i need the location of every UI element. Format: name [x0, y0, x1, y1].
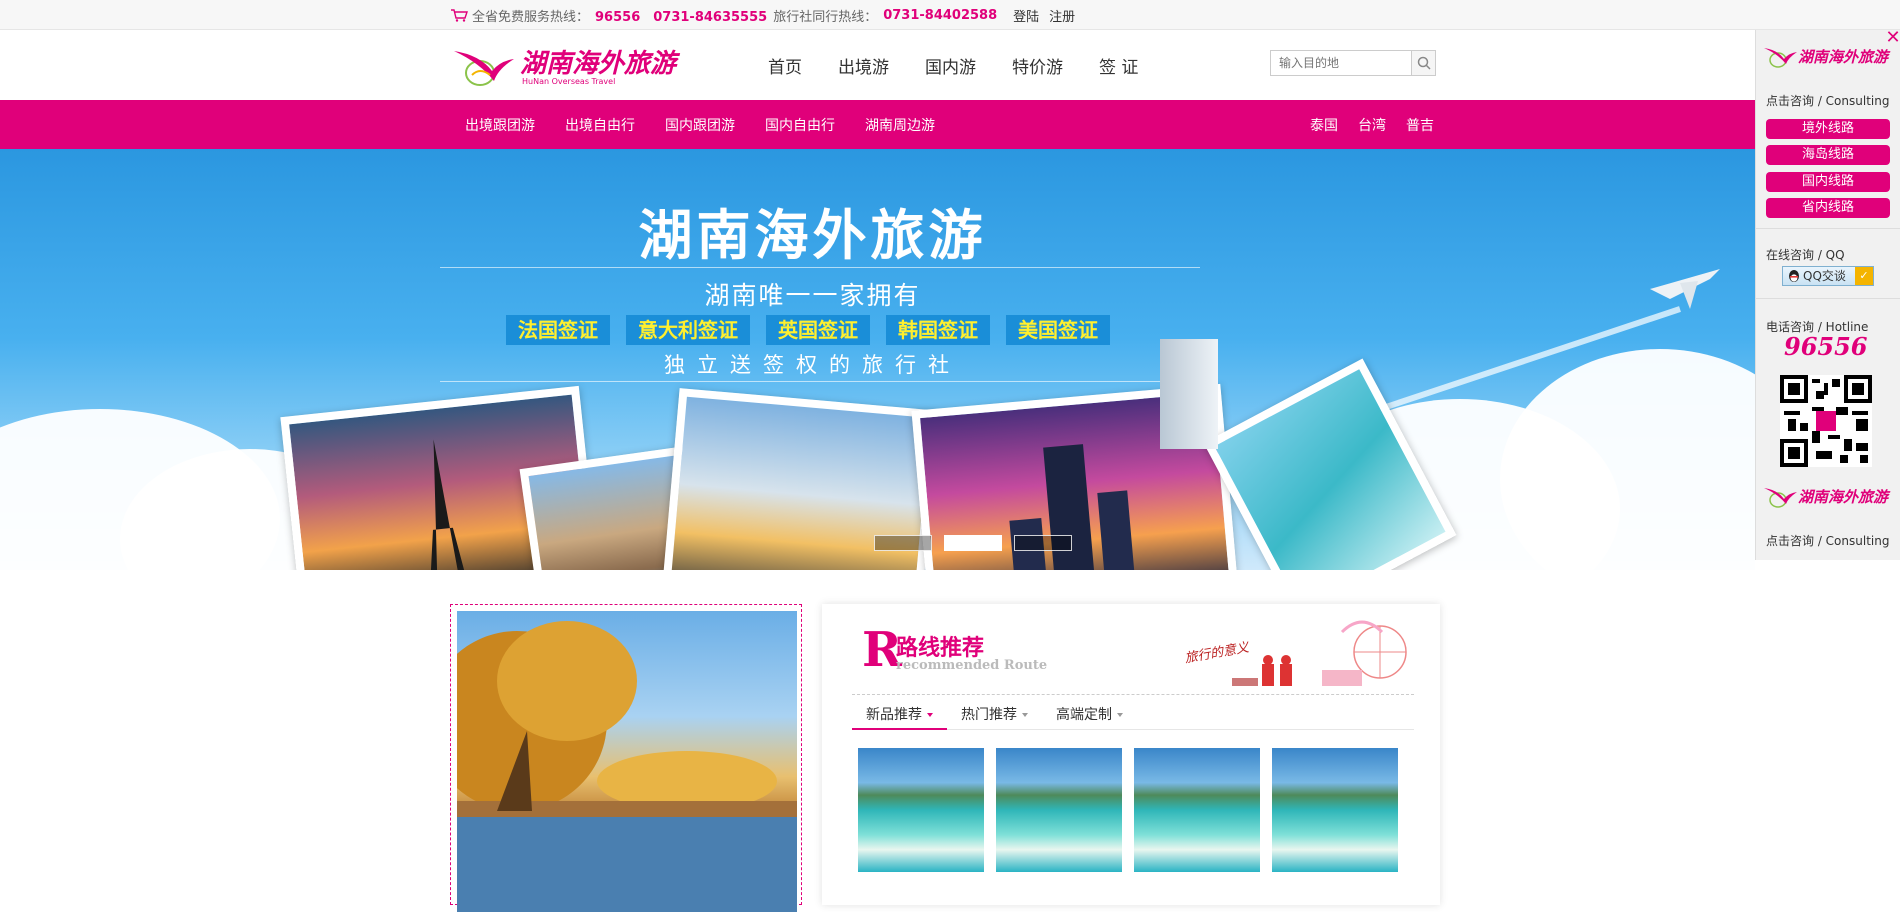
site-logo[interactable]: 湖南海外旅游 HuNan Overseas Travel	[450, 41, 677, 91]
tab-premium-label: 高端定制	[1056, 707, 1112, 723]
route-domestic-button[interactable]: 国内线路	[1766, 172, 1890, 192]
tab-premium[interactable]: 高端定制	[1042, 700, 1137, 730]
quick-link-taiwan[interactable]: 台湾	[1358, 115, 1386, 135]
route-island-button[interactable]: 海岛线路	[1766, 145, 1890, 165]
logo-subtitle: HuNan Overseas Travel	[522, 77, 616, 86]
banner-divider	[440, 267, 1200, 268]
route-tabs: 新品推荐 热门推荐 高端定制	[852, 700, 1414, 730]
tab-hot[interactable]: 热门推荐	[947, 700, 1042, 730]
category-nav: 出境跟团游 出境自由行 国内跟团游 国内自由行 湖南周边游 泰国 台湾 普吉	[0, 100, 1755, 149]
tab-hot-label: 热门推荐	[961, 707, 1017, 723]
float-logo-text: 湖南海外旅游	[1798, 48, 1889, 66]
search-input[interactable]	[1271, 51, 1411, 75]
search-box	[1270, 50, 1436, 76]
consult-float-panel: ✕ 湖南海外旅游 点击咨询 / Consulting 境外线路 海岛线路 国内线…	[1755, 29, 1900, 560]
qr-code-image	[1780, 375, 1872, 467]
agency-hotline-number: 0731-84402588	[883, 7, 998, 23]
qq-penguin-icon	[1789, 270, 1799, 282]
login-link[interactable]: 登陆	[1013, 6, 1039, 25]
category-domestic-group[interactable]: 国内跟团游	[665, 115, 735, 135]
check-icon: ✓	[1855, 267, 1873, 285]
route-overseas-button[interactable]: 境外线路	[1766, 119, 1890, 139]
dove-logo-icon	[1764, 48, 1797, 68]
divider	[1756, 228, 1900, 229]
tab-new-label: 新品推荐	[866, 707, 922, 723]
travel-illustration	[1232, 620, 1407, 686]
visa-italy: 意大利签证	[626, 315, 750, 345]
qq-label: 在线咨询 / QQ	[1766, 248, 1845, 262]
route-thumbnails	[858, 748, 1410, 872]
slide-indicator-1[interactable]	[874, 535, 932, 551]
hotline-label: 全省免费服务热线：	[472, 9, 590, 25]
qq-chat-button[interactable]: QQ交谈 ✓	[1782, 266, 1874, 286]
float-logo-bottom: 湖南海外旅游	[1762, 482, 1894, 514]
banner-divider	[440, 381, 1200, 382]
tab-new[interactable]: 新品推荐	[852, 700, 947, 730]
visa-france: 法国签证	[506, 315, 610, 345]
visa-usa: 美国签证	[1006, 315, 1110, 345]
nav-outbound[interactable]: 出境游	[838, 53, 889, 78]
visa-korea: 韩国签证	[886, 315, 990, 345]
caret-down-icon	[927, 713, 933, 717]
nav-domestic[interactable]: 国内游	[925, 53, 976, 78]
cart-icon	[451, 9, 468, 22]
hotline-number: 96556	[1784, 332, 1868, 361]
visa-uk: 英国签证	[766, 315, 870, 345]
section-divider	[852, 694, 1414, 695]
consult-label: 点击咨询 / Consulting	[1766, 94, 1890, 108]
search-icon	[1417, 56, 1431, 70]
hotline-numbers: 96556 0731-84635555	[595, 9, 768, 25]
banner-subtitle-2: 独立送签权的旅行社	[664, 353, 961, 377]
float-logo-text: 湖南海外旅游	[1798, 488, 1889, 506]
search-button[interactable]	[1411, 51, 1435, 75]
category-nav-left: 出境跟团游 出境自由行 国内跟团游 国内自由行 湖南周边游	[465, 100, 965, 149]
caret-down-icon	[1022, 713, 1028, 717]
skyscraper-decoration	[1160, 339, 1218, 449]
featured-image-frame[interactable]	[450, 604, 802, 912]
divider	[1756, 298, 1900, 299]
route-thumbnail[interactable]	[1134, 748, 1260, 872]
nav-visa[interactable]: 签 证	[1099, 53, 1138, 78]
slide-indicator-3[interactable]	[1014, 535, 1072, 551]
dove-logo-icon	[1764, 488, 1797, 508]
dove-logo-icon	[454, 51, 514, 86]
main-nav: 首页 出境游 国内游 特价游 签 证	[768, 53, 1174, 78]
consult-label-2: 点击咨询 / Consulting	[1766, 534, 1890, 548]
agency-hotline-label: 旅行社同行热线：	[773, 9, 878, 25]
top-bar: 全省免费服务热线： 96556 0731-84635555 旅行社同行热线： 0…	[0, 0, 1900, 30]
route-thumbnail[interactable]	[996, 748, 1122, 872]
quick-link-phuket[interactable]: 普吉	[1406, 115, 1434, 135]
header: 湖南海外旅游 HuNan Overseas Travel 首页 出境游 国内游 …	[0, 31, 1900, 99]
quick-link-thailand[interactable]: 泰国	[1310, 115, 1338, 135]
category-outbound-group[interactable]: 出境跟团游	[465, 115, 535, 135]
category-nav-right: 泰国 台湾 普吉	[1310, 100, 1454, 149]
route-thumbnail[interactable]	[858, 748, 984, 872]
float-logo: 湖南海外旅游	[1762, 42, 1894, 74]
category-outbound-free[interactable]: 出境自由行	[565, 115, 635, 135]
register-link[interactable]: 注册	[1049, 6, 1075, 25]
hero-banner[interactable]: 湖南海外旅游 湖南唯一一家拥有 法国签证 意大利签证 英国签证 韩国签证 美国签…	[0, 149, 1755, 570]
caret-down-icon	[1117, 713, 1123, 717]
category-hunan-nearby[interactable]: 湖南周边游	[865, 115, 935, 135]
banner-subtitle: 湖南唯一一家拥有	[704, 281, 921, 310]
slide-indicator-2[interactable]	[944, 535, 1002, 551]
recommended-routes-panel: R 路线推荐 recommended Route 旅行的意义 新品推荐 热门推荐…	[822, 604, 1440, 905]
top-bar-content: 全省免费服务热线： 96556 0731-84635555 旅行社同行热线： 0…	[450, 0, 1075, 30]
visa-list: 法国签证 意大利签证 英国签证 韩国签证 美国签证	[506, 315, 1126, 345]
nav-special[interactable]: 特价游	[1012, 53, 1063, 78]
featured-image-autumn-trees	[457, 611, 797, 912]
section-subtitle: recommended Route	[896, 658, 1048, 673]
logo-text: 湖南海外旅游	[520, 49, 677, 79]
route-thumbnail[interactable]	[1272, 748, 1398, 872]
qq-chat-label: QQ交谈	[1803, 269, 1846, 283]
nav-home[interactable]: 首页	[768, 53, 802, 78]
route-province-button[interactable]: 省内线路	[1766, 198, 1890, 218]
category-domestic-free[interactable]: 国内自由行	[765, 115, 835, 135]
banner-title: 湖南海外旅游	[638, 204, 987, 267]
